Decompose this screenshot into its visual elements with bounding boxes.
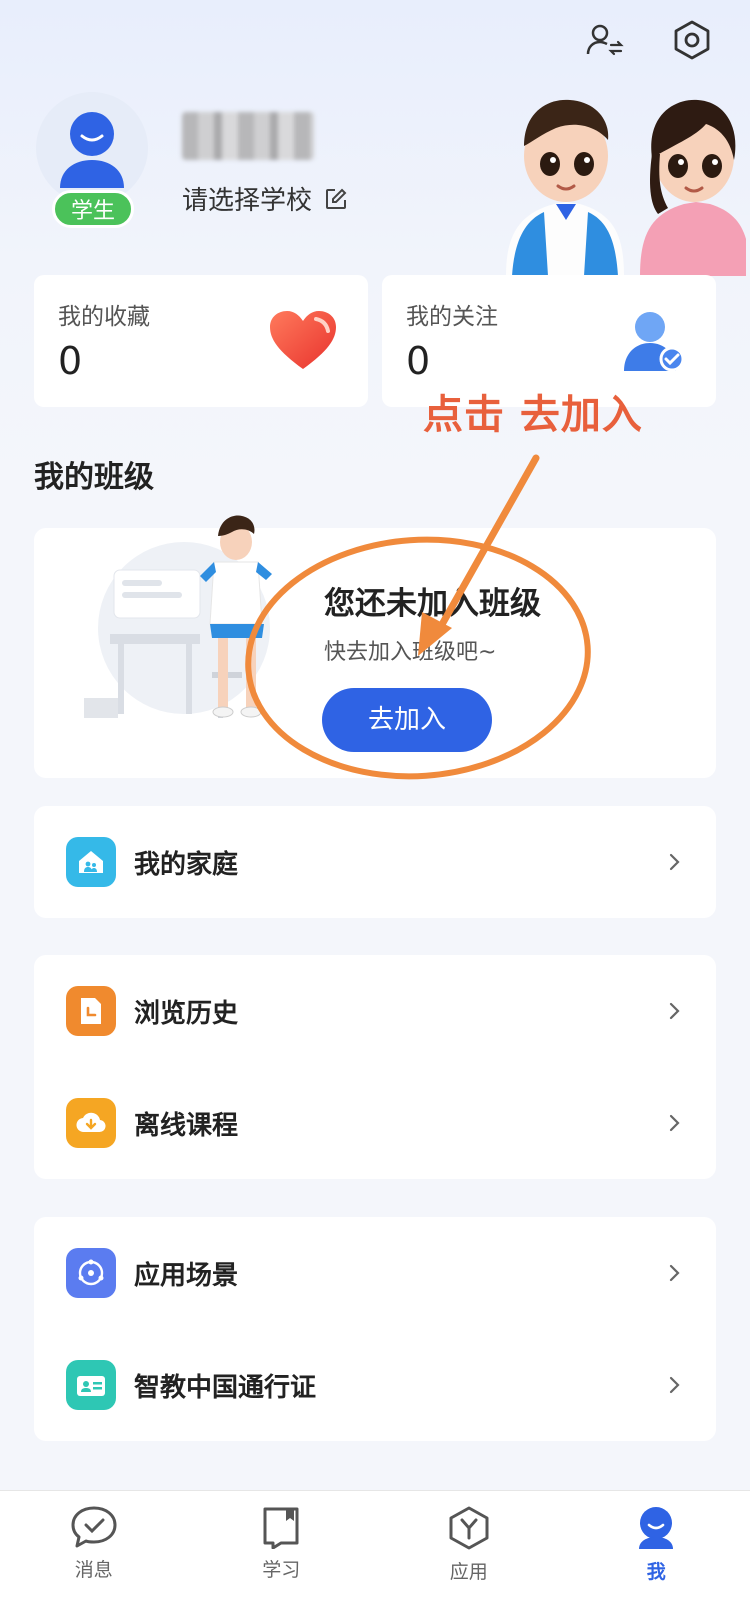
- student-desk-illustration: [84, 515, 272, 718]
- top-bar: [582, 18, 714, 62]
- apps-icon: [449, 1506, 489, 1550]
- tab-me[interactable]: 我: [563, 1491, 750, 1597]
- menu-item-passport[interactable]: 智教中国通行证: [34, 1329, 716, 1441]
- join-class-button[interactable]: 去加入: [322, 688, 492, 752]
- bottom-tab-bar: 消息 学习 应用 我: [0, 1490, 750, 1597]
- class-empty-title: 您还未加入班级: [324, 586, 541, 622]
- family-home-icon: [66, 837, 116, 887]
- avatar[interactable]: [36, 92, 148, 204]
- edit-icon: [326, 188, 347, 209]
- favorites-label: 我的收藏: [58, 304, 150, 330]
- menu-label-scenarios: 应用场景: [134, 1260, 239, 1291]
- menu-group-apps: 应用场景 智教中国通行证: [34, 1217, 716, 1441]
- my-class-title: 我的班级: [34, 460, 154, 495]
- tab-label-messages: 消息: [74, 1559, 113, 1581]
- download-cloud-icon: [66, 1098, 116, 1148]
- verified-user-icon: [624, 312, 685, 372]
- menu-label-passport: 智教中国通行证: [134, 1372, 317, 1403]
- chevron-right-icon: [669, 1002, 680, 1020]
- menu-group-family: 我的家庭: [34, 806, 716, 918]
- class-empty-subtitle: 快去加入班级吧~: [324, 640, 497, 665]
- favorites-count: 0: [58, 339, 83, 383]
- class-empty-card: 您还未加入班级 快去加入班级吧~ 去加入: [34, 515, 716, 778]
- role-badge: 学生: [52, 190, 134, 228]
- chevron-right-icon: [669, 1264, 680, 1282]
- following-label: 我的关注: [406, 304, 498, 330]
- scenario-icon: [66, 1248, 116, 1298]
- following-count: 0: [406, 339, 431, 383]
- school-selector[interactable]: 请选择学校: [182, 180, 348, 217]
- mascot-kids-illustration: [506, 99, 746, 276]
- tab-apps[interactable]: 应用: [375, 1491, 563, 1597]
- school-prompt: 请选择学校: [182, 186, 313, 216]
- menu-label-family: 我的家庭: [134, 849, 239, 880]
- switch-user-icon[interactable]: [582, 18, 626, 62]
- message-icon: [71, 1506, 117, 1548]
- menu-label-history: 浏览历史: [134, 998, 239, 1029]
- menu-item-scenarios[interactable]: 应用场景: [34, 1217, 716, 1329]
- menu-label-offline-courses: 离线课程: [134, 1110, 239, 1141]
- id-card-icon: [66, 1360, 116, 1410]
- tab-label-apps: 应用: [449, 1561, 488, 1583]
- chevron-right-icon: [669, 853, 680, 871]
- tab-label-study: 学习: [262, 1559, 301, 1581]
- tab-messages[interactable]: 消息: [0, 1491, 188, 1597]
- menu-item-history[interactable]: 浏览历史: [34, 955, 716, 1067]
- menu-group-history: 浏览历史 离线课程: [34, 955, 716, 1179]
- chevron-right-icon: [669, 1376, 680, 1394]
- book-icon: [263, 1507, 299, 1549]
- history-doc-icon: [66, 986, 116, 1036]
- profile-header: 学生 请选择学校: [36, 92, 750, 282]
- annotation-text: 点击 去加入: [423, 392, 643, 438]
- heart-icon: [270, 311, 336, 369]
- tab-study[interactable]: 学习: [188, 1491, 376, 1597]
- menu-item-family[interactable]: 我的家庭: [34, 806, 716, 918]
- profile-icon: [639, 1507, 674, 1549]
- username-blurred: [182, 112, 314, 160]
- menu-item-offline-courses[interactable]: 离线课程: [34, 1067, 716, 1179]
- tab-label-me: 我: [646, 1561, 666, 1583]
- settings-icon[interactable]: [670, 18, 714, 62]
- chevron-right-icon: [669, 1114, 680, 1132]
- favorites-card[interactable]: 我的收藏 0: [34, 275, 368, 407]
